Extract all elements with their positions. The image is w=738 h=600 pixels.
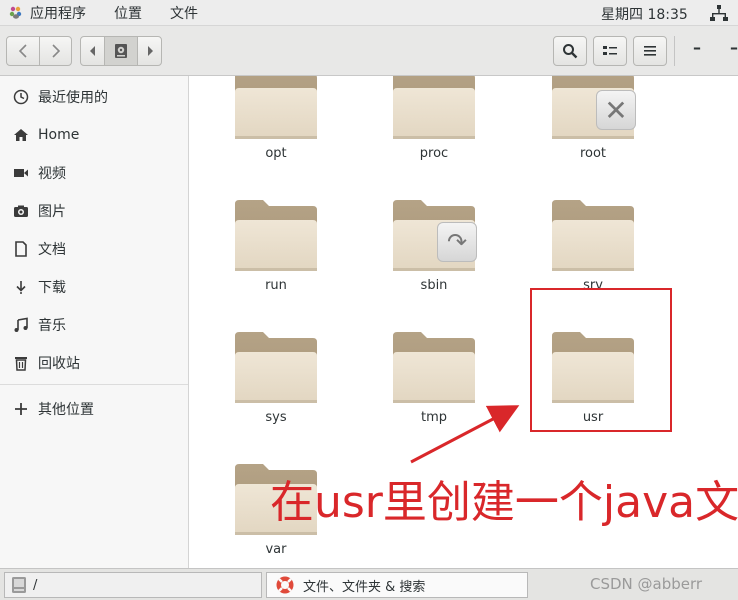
sidebar-item-label: 下载 bbox=[38, 280, 66, 296]
folder-label: var bbox=[265, 542, 287, 557]
sidebar-item-documents[interactable]: 文档 bbox=[0, 234, 188, 264]
gnome-foot-icon[interactable] bbox=[8, 5, 24, 21]
clock-icon bbox=[12, 88, 30, 106]
sidebar-item-label: 音乐 bbox=[38, 318, 66, 334]
folder-icon bbox=[548, 194, 638, 274]
minimize-button[interactable]: – bbox=[693, 38, 701, 57]
plus-icon bbox=[12, 400, 30, 418]
symlink-arrow-icon: ↷ bbox=[437, 222, 477, 262]
folder-icon bbox=[231, 194, 321, 274]
sidebar-item-label: Home bbox=[38, 127, 80, 143]
watermark: CSDN @abberr bbox=[590, 575, 703, 593]
sidebar-item-videos[interactable]: 视频 bbox=[0, 158, 188, 188]
folder-label: sbin bbox=[420, 278, 448, 293]
folder-run[interactable]: run bbox=[231, 194, 321, 314]
taskbar-item-files[interactable]: 文件、文件夹 & 搜索 bbox=[266, 572, 528, 598]
download-icon bbox=[12, 278, 30, 296]
menu-button[interactable] bbox=[633, 36, 667, 66]
folder-opt[interactable]: opt bbox=[231, 76, 321, 182]
sidebar-item-music[interactable]: 音乐 bbox=[0, 310, 188, 340]
folder-icon bbox=[231, 326, 321, 406]
forward-button[interactable] bbox=[40, 37, 72, 65]
path-next-button[interactable] bbox=[137, 37, 161, 65]
file-grid: opt proc ✕ root run ↷ sbin srv sys tmp u… bbox=[189, 76, 738, 568]
music-icon bbox=[12, 316, 30, 334]
folder-icon bbox=[389, 76, 479, 142]
home-icon bbox=[12, 126, 30, 144]
maximize-button[interactable]: – bbox=[730, 38, 738, 57]
sidebar-item-home[interactable]: Home bbox=[0, 120, 188, 150]
sidebar-divider bbox=[0, 384, 188, 385]
folder-icon bbox=[389, 326, 479, 406]
search-button[interactable] bbox=[553, 36, 587, 66]
sidebar-item-label: 回收站 bbox=[38, 356, 80, 372]
folder-proc[interactable]: proc bbox=[389, 76, 479, 182]
chevron-right-icon bbox=[52, 44, 61, 58]
folder-label: root bbox=[579, 146, 607, 161]
menu-applications[interactable]: 应用程序 bbox=[30, 3, 86, 23]
list-view-icon bbox=[603, 46, 617, 55]
folder-tmp[interactable]: tmp bbox=[389, 326, 479, 446]
sidebar: 最近使用的 Home 视频 图片 文档 下载 音乐 回收站 其他位置 bbox=[0, 76, 189, 568]
camera-icon bbox=[12, 202, 30, 220]
chevron-left-icon bbox=[89, 46, 95, 56]
folder-label: proc bbox=[419, 146, 449, 161]
folder-root[interactable]: ✕ root bbox=[548, 76, 638, 182]
sidebar-item-label: 文档 bbox=[38, 242, 66, 258]
drive-icon bbox=[11, 576, 27, 594]
path-bar bbox=[80, 36, 162, 66]
chevron-right-icon bbox=[147, 46, 153, 56]
hamburger-menu-icon bbox=[644, 46, 656, 56]
sidebar-item-label: 最近使用的 bbox=[38, 90, 108, 106]
menu-files[interactable]: 文件 bbox=[170, 3, 198, 23]
sidebar-item-label: 视频 bbox=[38, 166, 66, 182]
trash-icon bbox=[12, 354, 30, 372]
folder-sbin[interactable]: ↷ sbin bbox=[389, 194, 479, 314]
folder-icon bbox=[231, 76, 321, 142]
path-prev-button[interactable] bbox=[81, 37, 105, 65]
video-icon bbox=[12, 164, 30, 182]
chevron-left-icon bbox=[18, 44, 27, 58]
menu-places[interactable]: 位置 bbox=[114, 3, 142, 23]
document-icon bbox=[12, 240, 30, 258]
top-bar: 应用程序 位置 文件 星期四 18:35 bbox=[0, 0, 738, 26]
sidebar-item-downloads[interactable]: 下载 bbox=[0, 272, 188, 302]
folder-label: tmp bbox=[420, 410, 447, 425]
nav-button-group bbox=[6, 36, 72, 66]
header-bar: – – bbox=[0, 26, 738, 76]
folder-label: run bbox=[265, 278, 287, 293]
sidebar-item-label: 图片 bbox=[38, 204, 66, 220]
sidebar-item-label: 其他位置 bbox=[38, 402, 94, 418]
sidebar-item-trash[interactable]: 回收站 bbox=[0, 348, 188, 378]
clock[interactable]: 星期四 18:35 bbox=[601, 4, 688, 24]
location-path: / bbox=[33, 577, 38, 593]
folder-sys[interactable]: sys bbox=[231, 326, 321, 446]
network-wired-icon[interactable] bbox=[710, 4, 728, 22]
search-icon bbox=[563, 44, 578, 59]
back-button[interactable] bbox=[7, 37, 39, 65]
view-toggle-button[interactable] bbox=[593, 36, 627, 66]
folder-label: opt bbox=[265, 146, 287, 161]
path-root-button[interactable] bbox=[105, 37, 137, 65]
drive-icon bbox=[115, 44, 127, 58]
sidebar-item-other-locations[interactable]: 其他位置 bbox=[0, 394, 188, 424]
location-field[interactable]: / bbox=[4, 572, 262, 598]
unreadable-x-icon: ✕ bbox=[596, 90, 636, 130]
sidebar-item-pictures[interactable]: 图片 bbox=[0, 196, 188, 226]
sidebar-item-recent[interactable]: 最近使用的 bbox=[0, 82, 188, 112]
annotation-text: 在usr里创建一个java文件夹 bbox=[270, 477, 738, 528]
annotation-highlight-box bbox=[530, 288, 672, 432]
folder-label: sys bbox=[265, 410, 287, 425]
status-bar: / 文件、文件夹 & 搜索 CSDN @abberr bbox=[0, 568, 738, 600]
taskbar-item-label: 文件、文件夹 & 搜索 bbox=[303, 579, 426, 595]
lifebuoy-icon bbox=[275, 575, 295, 595]
